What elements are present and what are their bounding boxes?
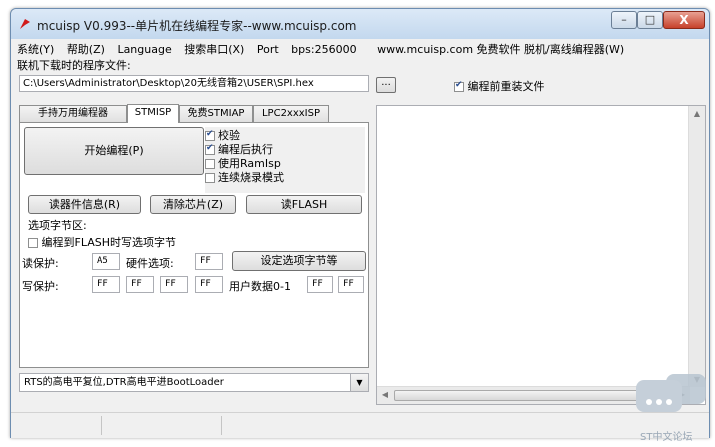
bubble-dot (666, 399, 672, 405)
forum-watermark: ST中文论坛 (636, 374, 714, 447)
reload-checkbox[interactable] (454, 80, 464, 92)
start-program-button[interactable]: 开始编程(P) (24, 127, 204, 175)
menu-language[interactable]: Language (117, 43, 171, 56)
option-continuous-mode[interactable]: 连续烧录模式 (205, 169, 284, 185)
app-window: mcuisp V0.993--单片机在线编程专家--www.mcuisp.com… (10, 8, 710, 438)
minimize-button[interactable]: – (611, 11, 637, 29)
boot-mode-select[interactable]: RTS的高电平复位,DTR高电平进BootLoader ▼ (19, 373, 369, 392)
option-bytes-section-label: 选项字节区: (28, 219, 87, 232)
close-button[interactable]: X (663, 11, 705, 29)
maximize-button[interactable]: □ (637, 11, 663, 29)
menu-system[interactable]: 系统(Y) (17, 43, 54, 56)
tab-free-stmiap[interactable]: 免费STMIAP (179, 105, 253, 122)
tab-handheld-programmer[interactable]: 手持万用编程器 (19, 105, 127, 122)
menu-search-port[interactable]: 搜索串口(X) (184, 43, 244, 56)
stmisp-panel: 开始编程(P) 校验 编程后执行 使用RamIsp 连续烧录模式 读器件信息(R… (19, 122, 369, 368)
write-protect-field[interactable]: FF (126, 276, 154, 293)
continuous-label: 连续烧录模式 (218, 171, 284, 184)
user-data-field[interactable]: FF (338, 276, 364, 293)
menu-website-offline[interactable]: www.mcuisp.com 免费软件 脱机/离线编程器(W) (377, 43, 624, 56)
app-icon (20, 19, 30, 29)
ramisp-checkbox[interactable] (205, 159, 215, 169)
write-protect-field[interactable]: FF (160, 276, 188, 293)
program-file-path-field[interactable]: C:\Users\Administrator\Desktop\20无线音箱2\U… (19, 75, 369, 92)
log-vertical-scrollbar[interactable]: ▲ ▼ (688, 106, 705, 387)
chat-bubble-icon (636, 380, 682, 412)
user-data-label: 用户数据0-1 (229, 280, 291, 293)
scroll-up-icon[interactable]: ▲ (689, 109, 705, 118)
read-flash-button[interactable]: 读FLASH (246, 195, 362, 214)
minimize-icon: – (621, 13, 627, 26)
bubble-dot (656, 399, 662, 405)
chevron-down-icon[interactable]: ▼ (350, 374, 368, 391)
write-option-bytes-label: 编程到FLASH时写选项字节 (41, 236, 177, 249)
maximize-icon: □ (644, 13, 656, 26)
watermark-text: ST中文论坛 (640, 432, 693, 443)
continuous-checkbox[interactable] (205, 173, 215, 183)
hardware-option-label: 硬件选项: (126, 257, 174, 270)
reload-before-program-option[interactable]: 编程前重装文件 (454, 78, 545, 94)
tab-stmisp[interactable]: STMISP (127, 104, 179, 123)
read-protect-label: 读保护: (22, 257, 59, 270)
menu-port[interactable]: Port (257, 43, 279, 56)
tab-lpc2xxxisp[interactable]: LPC2xxxISP (253, 105, 329, 122)
write-protect-field[interactable]: FF (195, 276, 223, 293)
hardware-option-field[interactable]: FF (195, 253, 223, 270)
verify-checkbox[interactable] (205, 129, 215, 141)
user-data-field[interactable]: FF (307, 276, 333, 293)
erase-chip-button[interactable]: 清除芯片(Z) (150, 195, 236, 214)
run-after-checkbox[interactable] (205, 143, 215, 155)
status-bar (11, 412, 709, 438)
window-title: mcuisp V0.993--单片机在线编程专家--www.mcuisp.com (37, 19, 357, 33)
program-options-group: 校验 编程后执行 使用RamIsp 连续烧录模式 (205, 127, 365, 193)
scroll-left-icon[interactable]: ◀ (377, 390, 393, 399)
write-option-bytes-checkbox[interactable] (28, 238, 38, 248)
set-option-bytes-button[interactable]: 设定选项字节等 (232, 251, 366, 271)
status-divider (101, 416, 102, 435)
boot-mode-value: RTS的高电平复位,DTR高电平进BootLoader (24, 377, 224, 388)
program-file-label: 联机下载时的程序文件: (17, 59, 131, 72)
menu-help[interactable]: 帮助(Z) (67, 43, 105, 56)
write-protect-field[interactable]: FF (92, 276, 120, 293)
bubble-dot (646, 399, 652, 405)
title-bar[interactable]: mcuisp V0.993--单片机在线编程专家--www.mcuisp.com… (11, 9, 709, 39)
menu-bps[interactable]: bps:256000 (291, 43, 356, 56)
status-divider (221, 416, 222, 435)
menu-bar: 系统(Y) 帮助(Z) Language 搜索串口(X) Port bps:25… (17, 41, 633, 57)
output-log-area[interactable]: ▲ ▼ ◀ ▶ (376, 105, 706, 405)
close-icon: X (679, 13, 689, 27)
write-protect-label: 写保护: (22, 280, 59, 293)
read-device-info-button[interactable]: 读器件信息(R) (28, 195, 141, 214)
write-option-bytes-option[interactable]: 编程到FLASH时写选项字节 (28, 234, 176, 250)
read-protect-field[interactable]: A5 (92, 253, 120, 270)
reload-label: 编程前重装文件 (467, 80, 545, 93)
browse-button[interactable]: ... (376, 77, 396, 93)
